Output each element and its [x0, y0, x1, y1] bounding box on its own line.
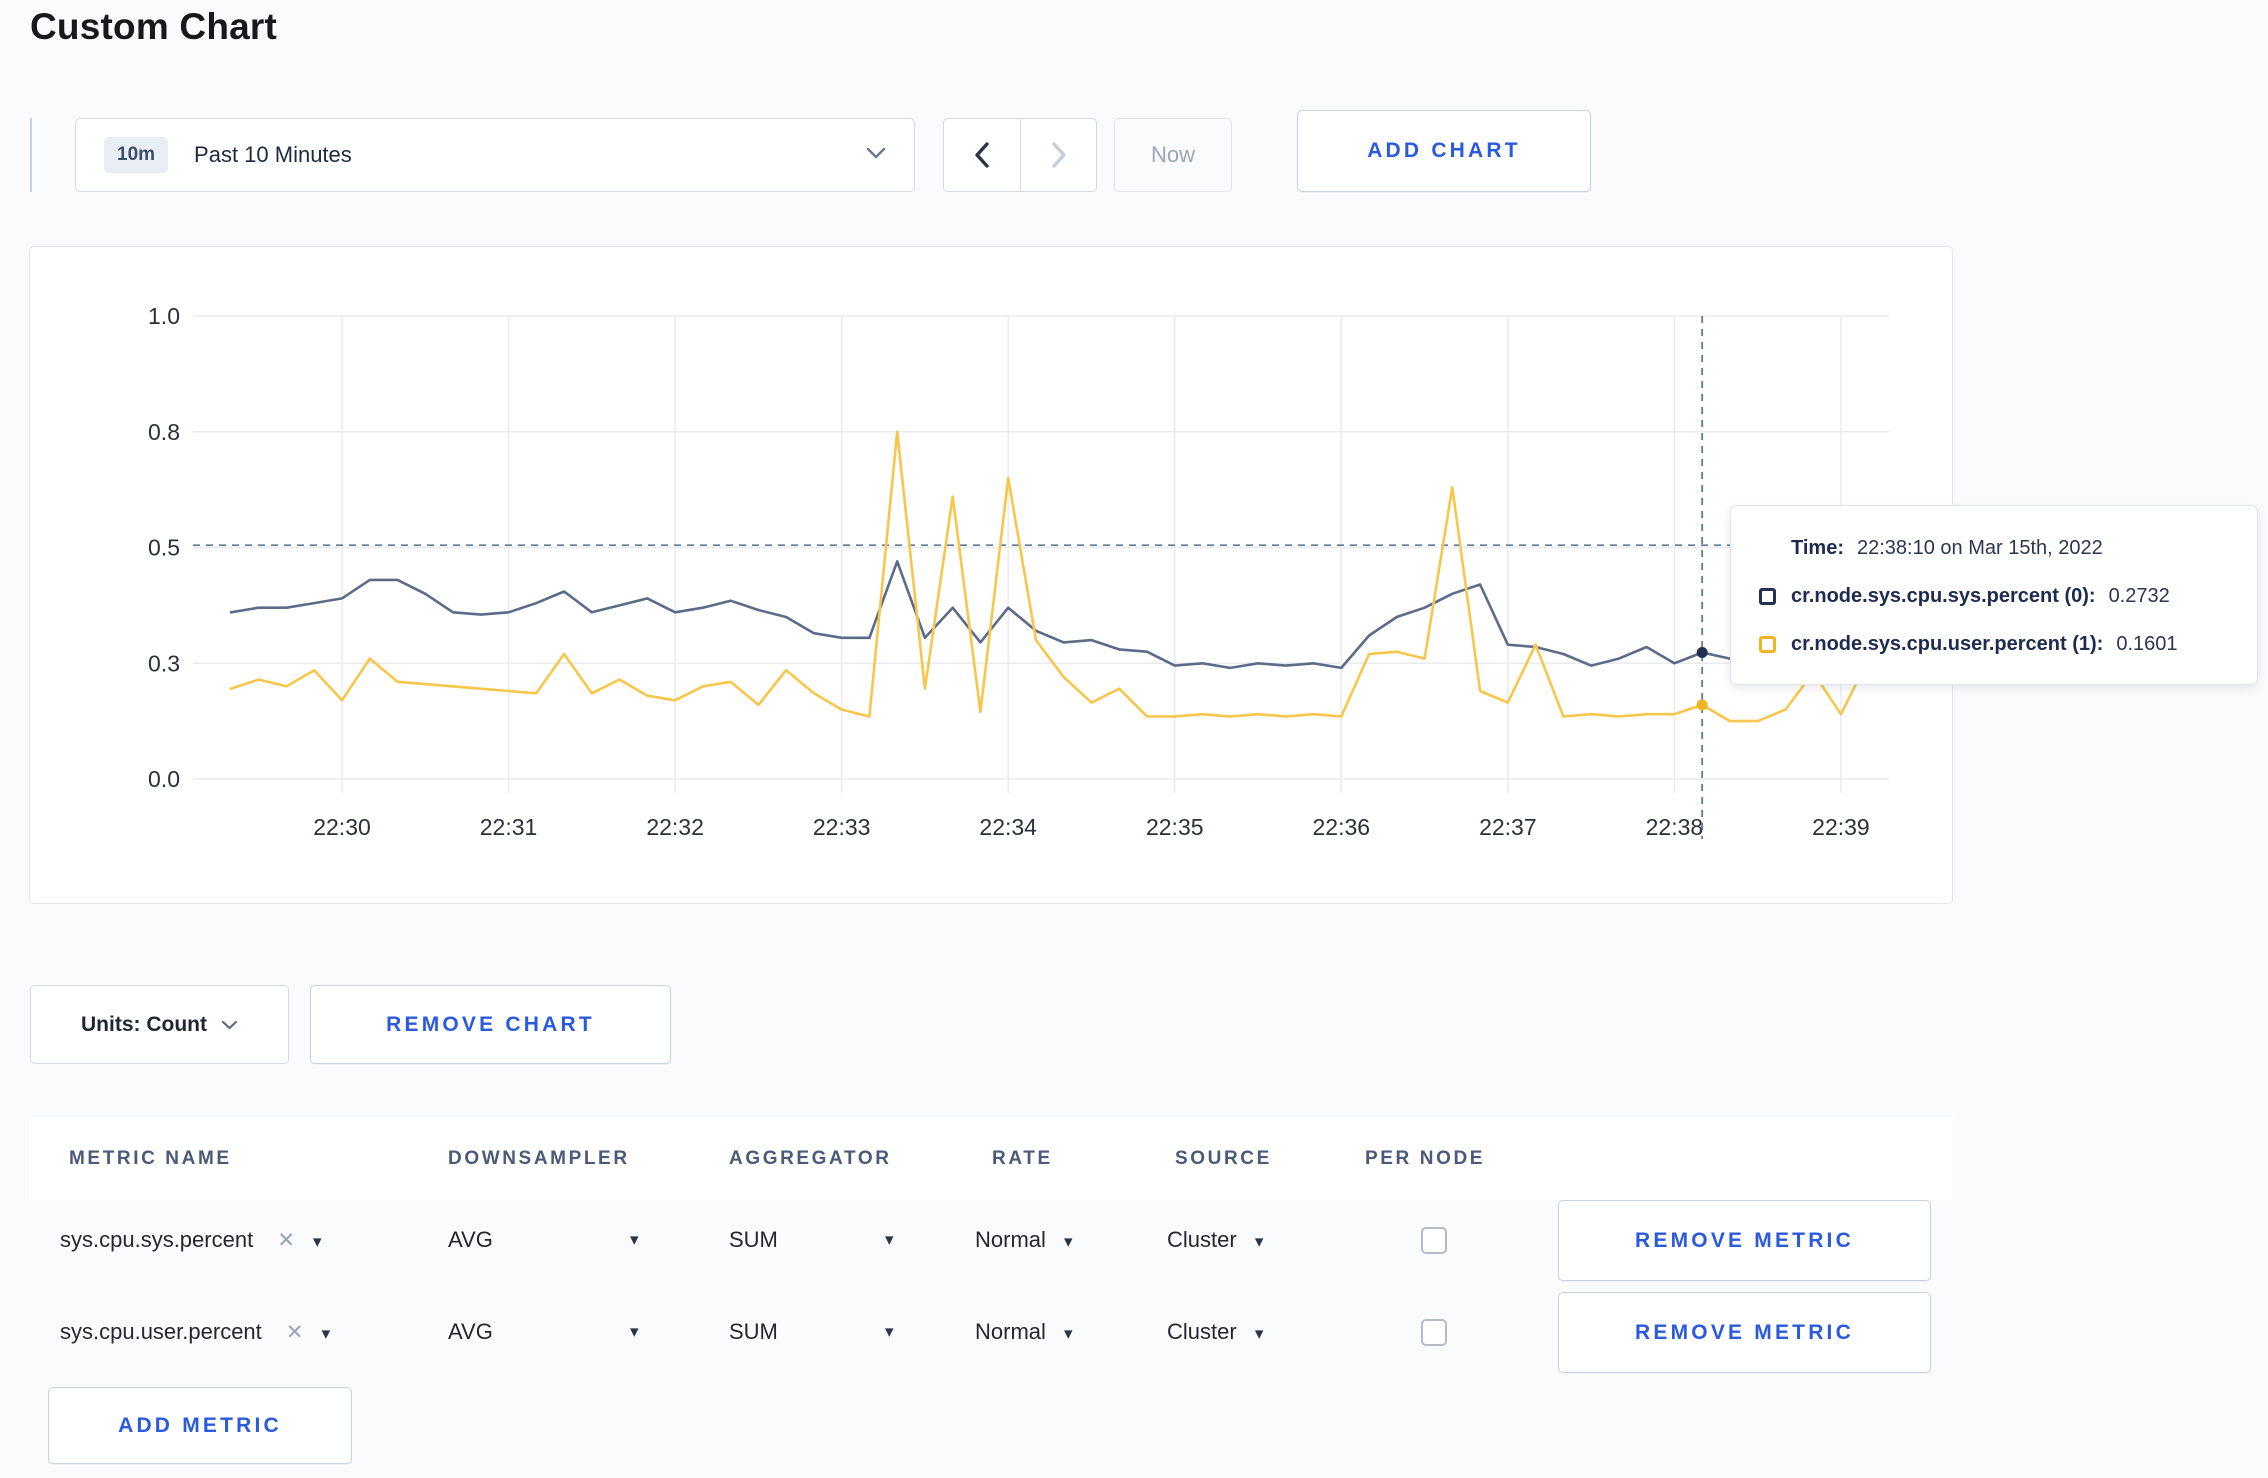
tooltip-time-label: Time: — [1791, 536, 1844, 559]
caret-down-icon[interactable]: ▾ — [885, 1292, 894, 1372]
source-value: Cluster — [1167, 1319, 1237, 1344]
timescale-badge: 10m — [104, 137, 169, 173]
downsampler-select[interactable]: AVG — [448, 1200, 493, 1280]
clear-metric-x-icon[interactable]: ✕ — [286, 1321, 304, 1344]
table-row: sys.cpu.sys.percent ✕ ▾ AVG ▾ SUM ▾ Norm… — [29, 1200, 1953, 1281]
y-axis-tick-label: 0.0 — [148, 766, 180, 792]
x-axis-tick-label: 22:32 — [646, 814, 704, 840]
next-range-button[interactable] — [1020, 118, 1097, 192]
chevron-right-icon — [1051, 142, 1066, 168]
source-select[interactable]: Cluster ▾ — [1167, 1292, 1263, 1372]
time-range-nav — [943, 118, 1097, 192]
downsampler-select[interactable]: AVG — [448, 1292, 493, 1372]
rate-select[interactable]: Normal ▾ — [975, 1200, 1073, 1280]
tooltip-series-value: 0.1601 — [2116, 632, 2178, 655]
rate-value: Normal — [975, 1319, 1046, 1344]
now-button[interactable]: Now — [1114, 118, 1232, 192]
tooltip-series-row: cr.node.sys.cpu.sys.percent (0): 0.2732 — [1759, 579, 2231, 613]
caret-down-icon[interactable]: ▾ — [630, 1292, 639, 1372]
remove-chart-button[interactable]: REMOVE CHART — [310, 985, 671, 1064]
caret-down-icon[interactable]: ▾ — [885, 1200, 894, 1280]
metric-name-value: sys.cpu.sys.percent — [60, 1227, 254, 1252]
col-header-downsampler: DOWNSAMPLER — [448, 1148, 630, 1169]
y-axis-tick-label: 0.8 — [148, 419, 180, 445]
metric-name-select[interactable]: sys.cpu.sys.percent ✕ ▾ — [60, 1200, 322, 1280]
per-node-checkbox[interactable] — [1421, 1227, 1447, 1254]
prev-range-button[interactable] — [943, 118, 1020, 192]
aggregator-select[interactable]: SUM — [729, 1292, 778, 1372]
tooltip-series-row: cr.node.sys.cpu.user.percent (1): 0.1601 — [1759, 627, 2231, 661]
timescale-label: Past 10 Minutes — [194, 142, 352, 167]
hover-dot-0 — [1696, 647, 1708, 659]
col-header-per-node: PER NODE — [1365, 1148, 1486, 1169]
x-axis-tick-label: 22:39 — [1812, 814, 1870, 840]
add-metric-button[interactable]: ADD METRIC — [48, 1387, 352, 1464]
rate-value: Normal — [975, 1227, 1046, 1252]
caret-down-icon: ▾ — [1254, 1324, 1264, 1343]
timescale-dropdown[interactable]: 10m Past 10 Minutes — [75, 118, 915, 192]
tooltip-series-value: 0.2732 — [2108, 584, 2170, 607]
metrics-table-header: METRIC NAME DOWNSAMPLER AGGREGATOR RATE … — [29, 1117, 1953, 1200]
units-label: Units: Count — [81, 1012, 207, 1036]
rate-select[interactable]: Normal ▾ — [975, 1292, 1073, 1372]
chart-svg[interactable]: 1.0 0.8 0.5 0.3 0.0 22:30 22:31 22:32 22:33 22:34… — [30, 247, 1954, 905]
table-row: sys.cpu.user.percent ✕ ▾ AVG ▾ SUM ▾ Nor… — [29, 1292, 1953, 1373]
source-select[interactable]: Cluster ▾ — [1167, 1200, 1263, 1280]
x-axis-tick-label: 22:34 — [979, 814, 1037, 840]
tooltip-time-row: Time: 22:38:10 on Mar 15th, 2022 — [1759, 531, 2231, 565]
tooltip-series-label: cr.node.sys.cpu.user.percent (1): — [1791, 632, 2104, 655]
x-axis-tick-label: 22:37 — [1479, 814, 1537, 840]
chevron-down-icon — [221, 1020, 238, 1029]
units-dropdown[interactable]: Units: Count — [30, 985, 289, 1064]
y-axis-tick-label: 0.3 — [148, 650, 180, 676]
caret-down-icon[interactable]: ▾ — [630, 1200, 639, 1280]
tooltip-series-label: cr.node.sys.cpu.sys.percent (0): — [1791, 584, 2096, 607]
chart-tooltip: Time: 22:38:10 on Mar 15th, 2022 cr.node… — [1730, 505, 2258, 685]
metric-name-select[interactable]: sys.cpu.user.percent ✕ ▾ — [60, 1292, 330, 1372]
add-chart-button[interactable]: ADD CHART — [1297, 110, 1591, 192]
col-header-aggregator: AGGREGATOR — [729, 1148, 892, 1169]
chart-card: 1.0 0.8 0.5 0.3 0.0 22:30 22:31 22:32 22:33 22:34… — [29, 246, 1953, 904]
hover-dot-1 — [1696, 699, 1708, 711]
x-axis-tick-label: 22:36 — [1313, 814, 1371, 840]
timescale-divider — [30, 118, 32, 192]
col-header-metric-name: METRIC NAME — [69, 1148, 232, 1169]
per-node-checkbox[interactable] — [1421, 1319, 1447, 1346]
y-axis-tick-label: 1.0 — [148, 303, 180, 329]
caret-down-icon[interactable]: ▾ — [313, 1232, 322, 1251]
x-axis-tick-label: 22:31 — [480, 814, 538, 840]
tooltip-time-value: 22:38:10 on Mar 15th, 2022 — [1856, 536, 2103, 559]
remove-metric-button[interactable]: REMOVE METRIC — [1558, 1200, 1931, 1281]
x-axis-tick-label: 22:38 — [1646, 814, 1704, 840]
series-line-0 — [229, 560, 1870, 670]
page-title: Custom Chart — [30, 6, 278, 47]
chevron-down-icon — [866, 146, 886, 164]
source-value: Cluster — [1167, 1227, 1237, 1252]
chevron-left-icon — [975, 142, 989, 168]
col-header-rate: RATE — [992, 1148, 1053, 1169]
col-header-source: SOURCE — [1175, 1148, 1272, 1169]
series-line-1 — [229, 430, 1870, 723]
caret-down-icon: ▾ — [1254, 1232, 1264, 1251]
series-swatch-icon — [1759, 587, 1776, 605]
caret-down-icon: ▾ — [1064, 1232, 1073, 1251]
y-axis-tick-label: 0.5 — [148, 535, 180, 561]
caret-down-icon: ▾ — [1064, 1324, 1073, 1343]
x-axis-tick-label: 22:33 — [813, 814, 871, 840]
clear-metric-x-icon[interactable]: ✕ — [277, 1229, 295, 1252]
x-axis-tick-label: 22:35 — [1146, 814, 1204, 840]
metric-name-value: sys.cpu.user.percent — [60, 1319, 262, 1344]
aggregator-select[interactable]: SUM — [729, 1200, 778, 1280]
remove-metric-button[interactable]: REMOVE METRIC — [1558, 1292, 1931, 1373]
x-axis-tick-label: 22:30 — [313, 814, 371, 840]
series-swatch-icon — [1759, 635, 1776, 653]
caret-down-icon[interactable]: ▾ — [322, 1324, 331, 1343]
